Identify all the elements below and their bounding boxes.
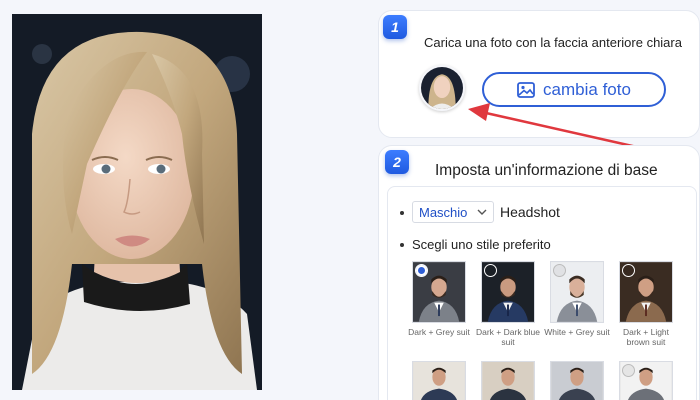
- style-option[interactable]: [619, 361, 673, 400]
- bullet-dot: [400, 243, 404, 247]
- style-radio[interactable]: [622, 264, 635, 277]
- style-option-white-grey-suit[interactable]: [550, 261, 604, 323]
- style-option-dark-darkblue-suit[interactable]: [481, 261, 535, 323]
- style-radio[interactable]: [553, 264, 566, 277]
- style-option[interactable]: [550, 361, 604, 400]
- style-option[interactable]: [481, 361, 535, 400]
- gender-select[interactable]: Maschio: [412, 201, 494, 223]
- style-options-panel: Maschio Headshot Scegli uno stile prefer…: [387, 186, 697, 400]
- style-radio-selected[interactable]: [415, 264, 428, 277]
- style-section-label: Scegli uno stile preferito: [412, 237, 551, 252]
- style-caption: Dark + Light brown suit: [622, 327, 670, 347]
- upload-instruction-title: Carica una foto con la faccia anteriore …: [424, 35, 682, 50]
- bullet-dot: [400, 211, 404, 215]
- step-1-badge: 1: [383, 15, 407, 39]
- style-option-dark-lightbrown-suit[interactable]: [619, 261, 673, 323]
- style-radio[interactable]: [484, 264, 497, 277]
- style-option[interactable]: [412, 361, 466, 400]
- style-radio[interactable]: [622, 364, 635, 377]
- gender-select-value: Maschio: [419, 204, 468, 220]
- uploaded-portrait-photo: [12, 14, 262, 390]
- step-2-badge: 2: [385, 150, 409, 174]
- basic-info-title: Imposta un'informazione di base: [435, 162, 658, 179]
- style-option-dark-grey-suit[interactable]: [412, 261, 466, 323]
- style-caption: White + Grey suit: [544, 327, 610, 337]
- headshot-label: Headshot: [500, 204, 560, 220]
- style-caption: Dark + Dark blue suit: [475, 327, 540, 347]
- style-caption: Dark + Grey suit: [408, 327, 470, 337]
- basic-info-card: 2 Imposta un'informazione di base Maschi…: [378, 145, 700, 400]
- photo-thumbnail-avatar[interactable]: [419, 65, 465, 111]
- chevron-down-icon: [477, 209, 487, 215]
